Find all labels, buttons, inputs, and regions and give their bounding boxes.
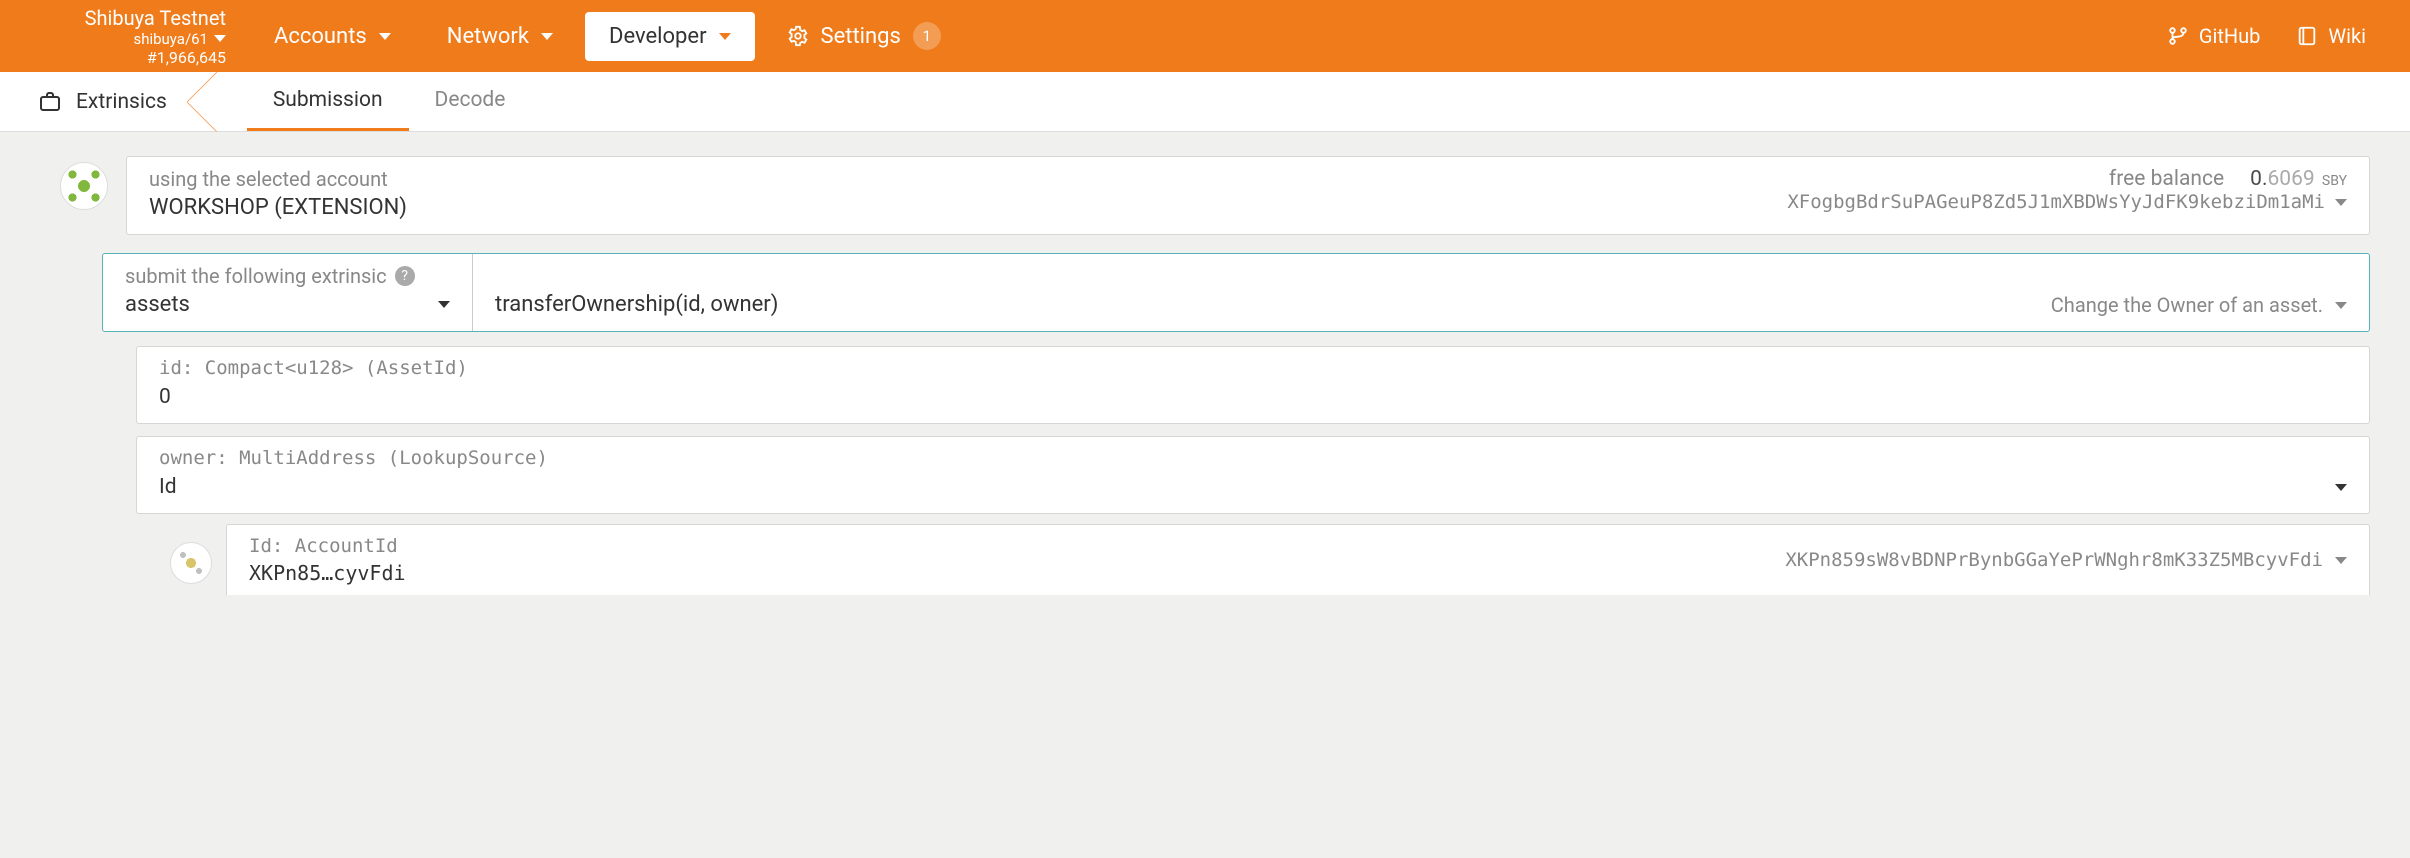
param-owner-account-row: Id: AccountId XKPn85…cyvFdi XKPn859sW8vB… <box>170 524 2370 595</box>
param-owner-value: Id <box>159 475 177 499</box>
chevron-down-icon <box>438 301 450 308</box>
network-selector[interactable]: Shibuya Testnet shibuya/61 #1,966,645 <box>0 6 250 67</box>
nav-network-label: Network <box>447 24 529 49</box>
extrinsic-call-select[interactable]: transferOwnership(id, owner) Change the … <box>473 254 2369 331</box>
extrinsic-label: submit the following extrinsic <box>125 264 387 288</box>
gear-icon <box>787 25 809 47</box>
extrinsic-selector-wrap: submit the following extrinsic ? assets … <box>102 253 2370 332</box>
chevron-down-icon <box>2335 199 2347 206</box>
extrinsic-call: transferOwnership(id, owner) <box>495 292 778 317</box>
network-chain: shibuya/61 <box>133 30 208 48</box>
account-identicon <box>60 162 108 210</box>
content-area: using the selected account WORKSHOP (EXT… <box>0 132 2410 595</box>
chevron-down-icon <box>379 33 391 40</box>
signing-account-left: using the selected account WORKSHOP (EXT… <box>149 167 1787 220</box>
owner-account-short: XKPn85…cyvFdi <box>249 561 406 585</box>
free-balance: free balance 0.6069 SBY <box>1787 167 2347 191</box>
top-navigation: Shibuya Testnet shibuya/61 #1,966,645 Ac… <box>0 0 2410 72</box>
param-owner[interactable]: owner: MultiAddress (LookupSource) Id <box>136 436 2370 514</box>
extrinsic-doc: Change the Owner of an asset. <box>2051 293 2323 317</box>
book-icon <box>2296 25 2318 47</box>
link-github-label: GitHub <box>2199 24 2261 48</box>
chevron-down-icon <box>2335 484 2347 491</box>
nav-developer[interactable]: Developer <box>585 12 755 61</box>
git-branch-icon <box>2167 25 2189 47</box>
chevron-down-icon <box>2335 557 2347 564</box>
param-owner-label: owner: MultiAddress (LookupSource) <box>159 447 2347 469</box>
param-id-label: id: Compact<u128> (AssetId) <box>159 357 2347 379</box>
nav-accounts-label: Accounts <box>274 24 367 49</box>
chevron-down-icon <box>214 35 226 42</box>
free-balance-unit: SBY <box>2322 173 2347 189</box>
chevron-down-icon <box>541 33 553 40</box>
owner-account-full: XKPn859sW8vBDNPrBynbGGaYePrWNghr8mK33Z5M… <box>1785 549 2323 571</box>
owner-account-left: Id: AccountId XKPn85…cyvFdi <box>249 535 406 585</box>
nav-accounts[interactable]: Accounts <box>250 12 415 61</box>
breadcrumb-label: Extrinsics <box>76 90 167 114</box>
sub-navigation: Extrinsics Submission Decode <box>0 72 2410 132</box>
signing-account-selector[interactable]: using the selected account WORKSHOP (EXT… <box>126 156 2370 235</box>
free-balance-label: free balance <box>2109 167 2224 191</box>
breadcrumb: Extrinsics <box>18 72 187 131</box>
link-github[interactable]: GitHub <box>2167 24 2261 48</box>
nav-developer-label: Developer <box>609 24 707 49</box>
tab-decode[interactable]: Decode <box>409 72 532 131</box>
extrinsic-selector: submit the following extrinsic ? assets … <box>102 253 2370 332</box>
chevron-right-icon <box>187 72 217 132</box>
chevron-down-icon <box>719 33 731 40</box>
free-balance-int: 0. <box>2250 167 2267 191</box>
nav-settings-label: Settings <box>821 24 901 49</box>
settings-badge: 1 <box>913 22 941 50</box>
link-wiki-label: Wiki <box>2328 24 2366 48</box>
briefcase-icon <box>38 90 62 114</box>
param-id[interactable]: id: Compact<u128> (AssetId) 0 <box>136 346 2370 424</box>
owner-account-label: Id: AccountId <box>249 535 406 557</box>
owner-identicon <box>170 542 212 584</box>
signing-account-row: using the selected account WORKSHOP (EXT… <box>60 156 2370 235</box>
param-id-value: 0 <box>159 385 2347 409</box>
nav-network[interactable]: Network <box>423 12 577 61</box>
extrinsic-module: assets <box>125 292 190 317</box>
extrinsic-doc-row: Change the Owner of an asset. <box>2051 293 2347 317</box>
params: id: Compact<u128> (AssetId) 0 owner: Mul… <box>136 346 2370 514</box>
owner-account-right: XKPn859sW8vBDNPrBynbGGaYePrWNghr8mK33Z5M… <box>1785 549 2347 571</box>
primary-nav: Accounts Network Developer Settings 1 <box>250 10 965 62</box>
network-name: Shibuya Testnet <box>24 6 226 30</box>
tab-submission[interactable]: Submission <box>247 72 409 131</box>
signing-account-address: XFogbgBdrSuPAGeuP8Zd5J1mXBDWsYyJdFK9kebz… <box>1787 191 2325 213</box>
network-chain-row: shibuya/61 <box>24 30 226 48</box>
chevron-down-icon <box>2335 302 2347 309</box>
signing-account-right: free balance 0.6069 SBY XFogbgBdrSuPAGeu… <box>1787 167 2347 220</box>
network-block-number: #1,966,645 <box>24 48 226 67</box>
external-links: GitHub Wiki <box>2167 24 2382 48</box>
signing-account-address-row: XFogbgBdrSuPAGeuP8Zd5J1mXBDWsYyJdFK9kebz… <box>1787 191 2347 213</box>
help-icon[interactable]: ? <box>395 266 415 286</box>
extrinsic-label-row: submit the following extrinsic ? <box>125 264 450 288</box>
tab-decode-label: Decode <box>435 88 506 112</box>
param-owner-account-select[interactable]: Id: AccountId XKPn85…cyvFdi XKPn859sW8vB… <box>226 524 2370 595</box>
tabs: Submission Decode <box>247 72 532 131</box>
nav-settings[interactable]: Settings 1 <box>763 10 965 62</box>
extrinsic-module-select[interactable]: submit the following extrinsic ? assets <box>103 254 473 331</box>
tab-submission-label: Submission <box>273 88 383 112</box>
signing-account-label: using the selected account <box>149 167 1787 191</box>
free-balance-frac: 6069 <box>2267 167 2314 191</box>
signing-account-name: WORKSHOP (EXTENSION) <box>149 195 1787 220</box>
link-wiki[interactable]: Wiki <box>2296 24 2366 48</box>
